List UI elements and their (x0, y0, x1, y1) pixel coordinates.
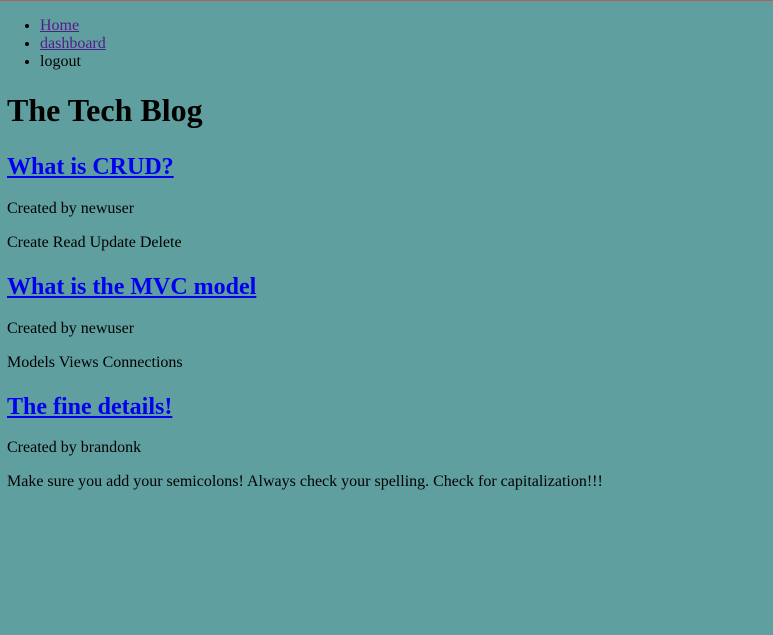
nav-item-logout[interactable]: logout (40, 53, 106, 71)
post-title: What is CRUD? (7, 153, 767, 181)
nav-item-home: Home (40, 17, 106, 35)
post-author: Created by newuser (7, 200, 135, 217)
post-card: What is CRUD? Created by newuser Create … (7, 153, 767, 251)
nav-menu: Home dashboard logout (0, 17, 106, 71)
post-card: The fine details! Created by brandonk Ma… (7, 393, 767, 490)
post-body: Create Read Update Delete (7, 234, 182, 251)
home-link[interactable]: Home (40, 17, 79, 34)
post-author: Created by newuser (7, 320, 135, 337)
post-body: Make sure you add your semicolons! Alway… (7, 473, 603, 490)
post-title-link[interactable]: What is CRUD? (7, 154, 174, 180)
nav-item-dashboard: dashboard (40, 35, 106, 53)
post-title: The fine details! (7, 393, 767, 421)
post-body: Models Views Connections (7, 354, 183, 371)
logout-label[interactable]: logout (40, 53, 81, 70)
post-title-link[interactable]: What is the MVC model (7, 274, 256, 300)
post-author: Created by brandonk (7, 439, 142, 456)
site-title: The Tech Blog (7, 92, 203, 128)
post-title-link[interactable]: The fine details! (7, 394, 172, 420)
post-card: What is the MVC model Created by newuser… (7, 273, 767, 371)
dashboard-link[interactable]: dashboard (40, 35, 106, 52)
post-title: What is the MVC model (7, 273, 767, 301)
